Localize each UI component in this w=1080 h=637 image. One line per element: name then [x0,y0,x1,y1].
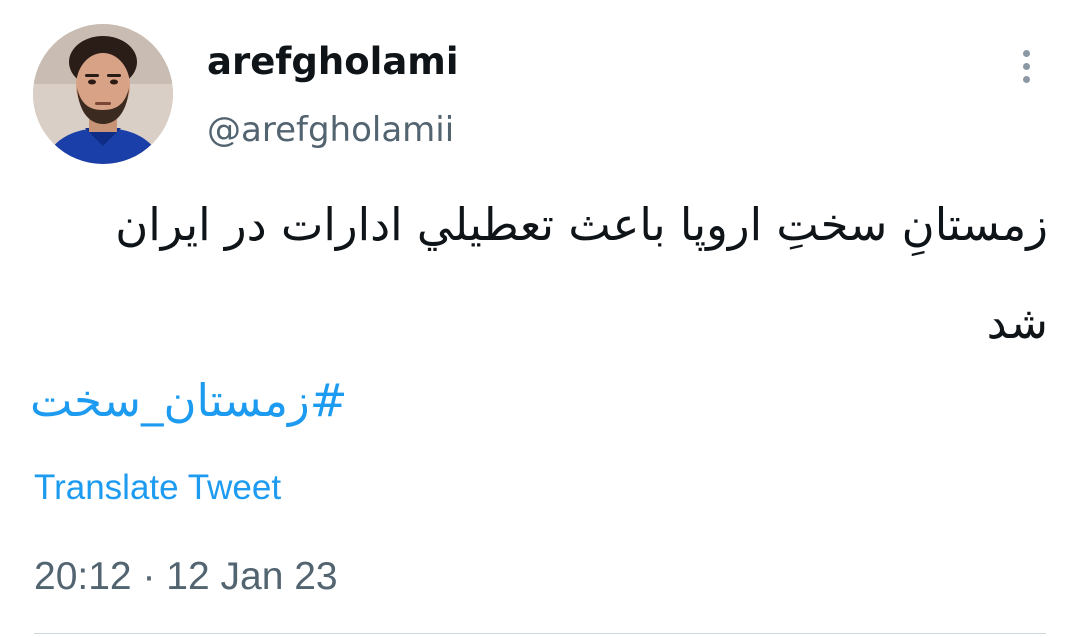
avatar[interactable] [33,24,173,164]
tweet-timestamp[interactable]: 20:12 · 12 Jan 23 [34,552,338,602]
more-dot-icon [1023,76,1030,83]
more-dot-icon [1023,50,1030,57]
display-name[interactable]: arefgholami [207,38,459,86]
more-dot-icon [1023,63,1030,70]
translate-tweet-link[interactable]: Translate Tweet [34,464,281,512]
more-options-icon[interactable] [1008,42,1044,92]
tweet-date: 12 Jan 23 [166,555,338,598]
tweet-text: زمستانِ سختِ اروپا باعث تعطيلي ادارات در… [115,198,1048,349]
hashtag-link[interactable]: #زمستان_سخت [30,366,430,436]
profile-photo-icon [33,24,173,164]
tweet-time: 20:12 [34,555,132,598]
tweet-card: arefgholami @arefgholamii زمستانِ سختِ ا… [0,0,1080,637]
user-handle[interactable]: @arefgholamii [207,106,454,154]
divider [34,633,1046,634]
timestamp-separator: · [142,555,156,598]
